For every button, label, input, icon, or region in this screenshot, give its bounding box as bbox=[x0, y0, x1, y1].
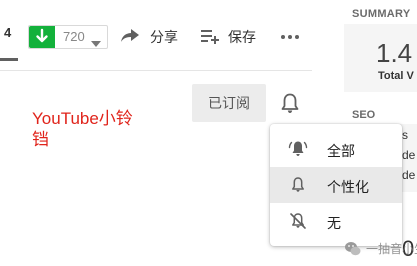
menu-item-personalized[interactable]: 个性化 bbox=[270, 167, 402, 203]
bell-outline-icon bbox=[288, 175, 308, 195]
tab-underline bbox=[0, 58, 18, 61]
summary-card: 1.4 Total V bbox=[344, 24, 417, 92]
subscribed-button[interactable]: 已订阅 bbox=[192, 84, 266, 122]
seo-line: de bbox=[402, 148, 416, 162]
menu-item-all[interactable]: 全部 bbox=[270, 131, 402, 167]
video-action-toolbar: 4 720 分享 保存 bbox=[0, 0, 312, 71]
bell-icon[interactable] bbox=[276, 90, 304, 118]
tab-fragment[interactable]: 4 bbox=[4, 25, 11, 40]
notification-menu: 全部 个性化 无 bbox=[270, 124, 402, 246]
share-label: 分享 bbox=[150, 29, 178, 45]
share-icon bbox=[120, 26, 140, 49]
seo-label: SEO bbox=[352, 109, 376, 121]
seo-line: s bbox=[402, 128, 408, 142]
bell-ringing-icon bbox=[288, 139, 308, 159]
chevron-down-icon bbox=[91, 34, 101, 52]
wechat-logo-icon bbox=[344, 240, 362, 258]
watermark-text: 一抽音小生 bbox=[366, 242, 417, 256]
download-button[interactable]: 720 bbox=[28, 25, 108, 49]
menu-item-label: 无 bbox=[327, 215, 341, 231]
annotation-label: YouTube小铃铛 bbox=[32, 109, 133, 149]
menu-item-label: 个性化 bbox=[327, 179, 369, 195]
summary-number: 1.4 bbox=[376, 38, 413, 68]
menu-item-label: 全部 bbox=[327, 143, 355, 159]
save-label: 保存 bbox=[228, 29, 256, 45]
menu-item-none[interactable]: 无 bbox=[270, 203, 402, 239]
download-arrow-icon bbox=[29, 26, 55, 48]
bell-off-icon bbox=[288, 211, 308, 231]
more-horizontal-icon[interactable] bbox=[280, 28, 300, 49]
playlist-add-icon bbox=[200, 27, 220, 50]
download-count: 720 bbox=[63, 29, 85, 44]
summary-subtitle: Total V bbox=[378, 70, 414, 82]
summary-label: SUMMARY bbox=[352, 8, 411, 20]
seo-line: de bbox=[402, 168, 416, 182]
